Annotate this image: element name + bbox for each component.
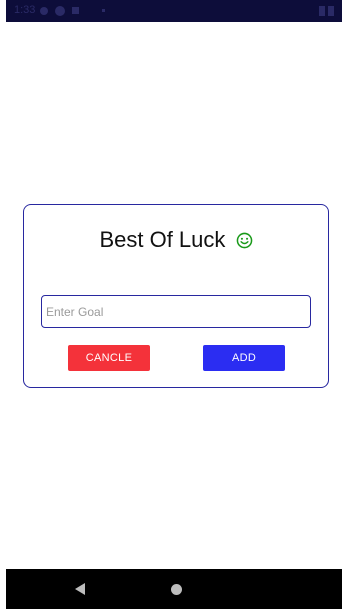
status-time: 1:33 <box>14 4 36 16</box>
home-circle-icon[interactable] <box>171 584 182 595</box>
dialog-title-row: Best Of Luck <box>24 227 328 253</box>
status-bar: 1:33 <box>6 0 342 22</box>
back-triangle-icon[interactable] <box>75 583 85 595</box>
smile-icon <box>236 232 252 249</box>
app-notification-icon <box>72 7 79 14</box>
cancel-button[interactable]: CANCLE <box>68 345 150 371</box>
goal-input[interactable] <box>41 295 311 328</box>
battery-icon <box>328 6 334 16</box>
add-button[interactable]: ADD <box>203 345 285 371</box>
app-screen: 1:33 Best Of Luck CANCLE ADD <box>0 0 342 609</box>
signal-icon <box>319 6 325 16</box>
dot-icon <box>102 9 105 12</box>
navigation-bar <box>6 569 342 609</box>
dialog-title: Best Of Luck <box>99 227 226 252</box>
notification-icon <box>55 6 65 16</box>
settings-icon <box>40 7 48 15</box>
goal-dialog: Best Of Luck CANCLE ADD <box>23 204 329 388</box>
